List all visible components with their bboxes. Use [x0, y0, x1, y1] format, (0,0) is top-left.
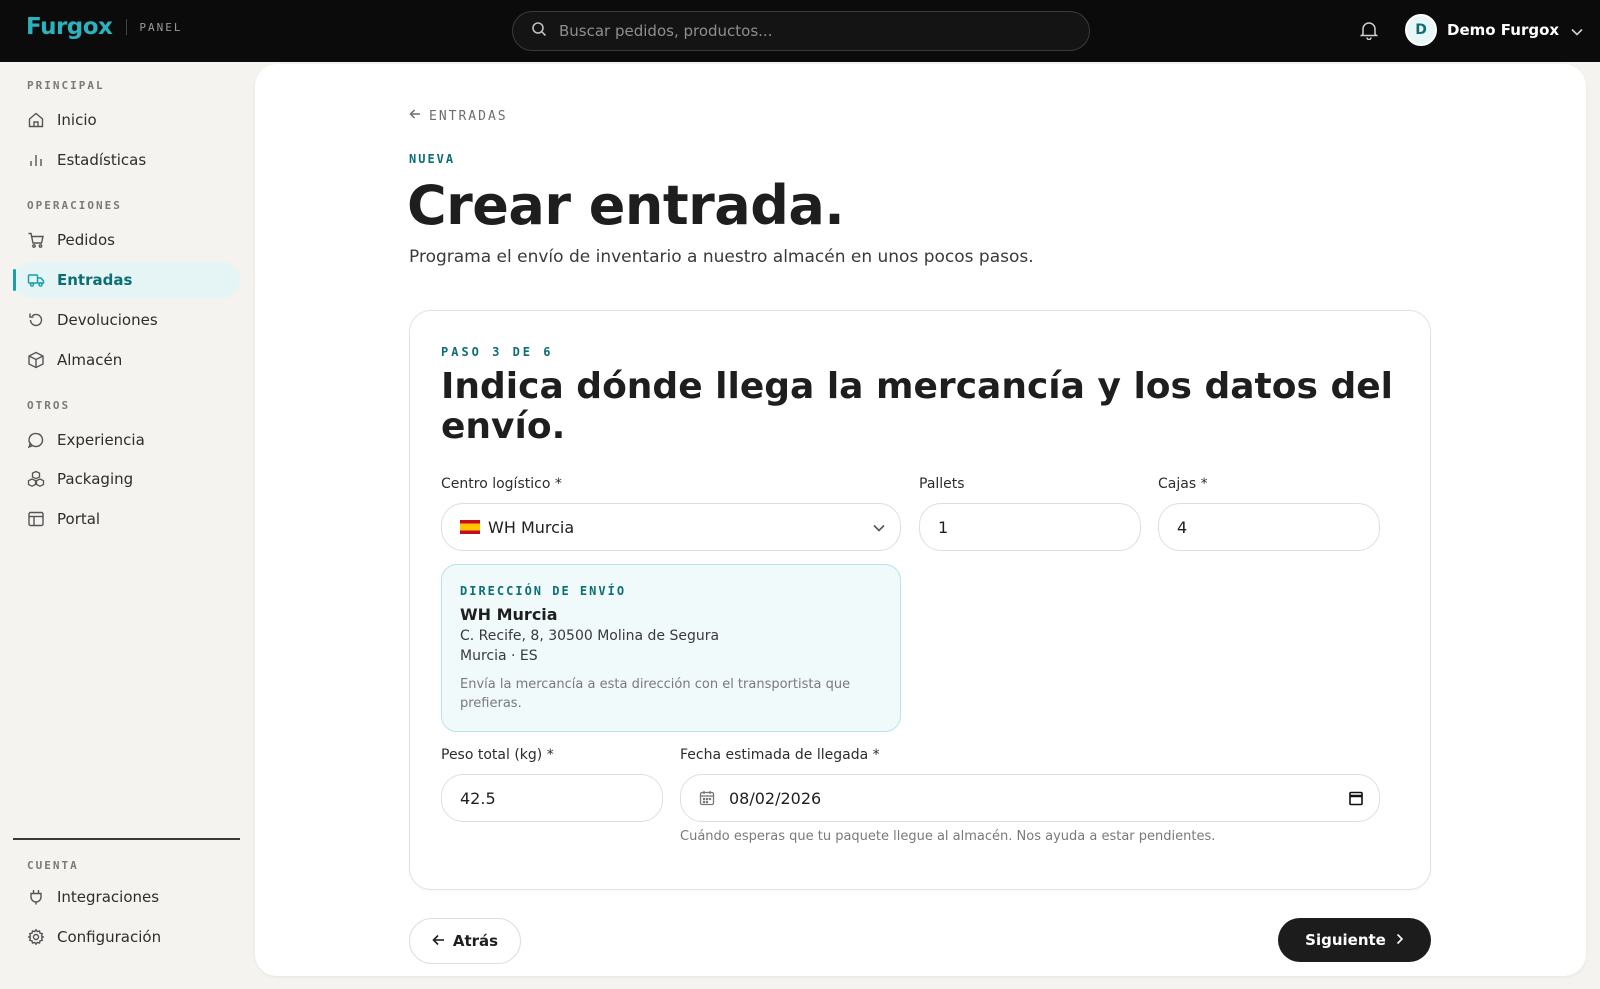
address-line: Murcia · ES	[460, 648, 538, 664]
sidebar-section-operaciones: OPERACIONES	[27, 199, 122, 212]
date-helper-text: Cuándo esperas que tu paquete llegue al …	[680, 829, 1216, 844]
date-picker-icon[interactable]	[1349, 790, 1363, 810]
sidebar-item-almacen[interactable]: Almacén	[14, 342, 240, 378]
sidebar-item-devoluciones[interactable]: Devoluciones	[14, 302, 240, 338]
boxes-value[interactable]: 4	[1177, 518, 1187, 537]
address-line: C. Recife, 8, 30500 Molina de Segura	[460, 628, 720, 644]
address-kicker: DIRECCIÓN DE ENVÍO	[460, 584, 627, 598]
chat-icon	[27, 431, 45, 449]
sidebar-section-otros: OTROS	[27, 399, 71, 412]
truck-icon	[27, 271, 45, 289]
sidebar-item-entradas[interactable]: Entradas	[13, 262, 240, 298]
step-card: PASO 3 DE 6 Indica dónde llega la mercan…	[409, 310, 1431, 890]
sidebar-item-label: Inicio	[57, 111, 97, 129]
search-icon	[531, 21, 547, 41]
sidebar-item-estadisticas[interactable]: Estadísticas	[14, 142, 240, 178]
sidebar-item-label: Packaging	[57, 470, 134, 488]
packages-icon	[27, 470, 45, 488]
sidebar-item-label: Estadísticas	[57, 151, 147, 169]
bar-chart-icon	[27, 151, 45, 169]
arrow-left-icon	[409, 108, 421, 124]
center-label: Centro logístico *	[441, 476, 562, 492]
next-button[interactable]: Siguiente	[1278, 918, 1431, 962]
bell-icon[interactable]	[1359, 20, 1379, 44]
search-input[interactable]	[559, 22, 1039, 40]
gear-icon	[27, 928, 45, 946]
sidebar-item-label: Configuración	[57, 928, 162, 946]
sidebar: PRINCIPAL Inicio Estadísticas OPERACIONE…	[0, 62, 250, 989]
chevron-down-icon[interactable]	[872, 520, 886, 539]
calendar-icon	[699, 790, 715, 806]
sidebar-item-label: Integraciones	[57, 888, 160, 906]
weight-label: Peso total (kg) *	[441, 747, 554, 763]
sidebar-item-label: Portal	[57, 510, 101, 528]
sidebar-item-portal[interactable]: Portal	[14, 501, 240, 537]
pallets-label: Pallets	[919, 476, 965, 492]
boxes-input[interactable]: 4	[1158, 503, 1380, 551]
sidebar-section-cuenta: CUENTA	[27, 859, 79, 872]
sidebar-item-inicio[interactable]: Inicio	[14, 102, 240, 138]
arrow-left-icon	[432, 932, 445, 950]
sidebar-divider	[13, 838, 240, 840]
sidebar-item-label: Devoluciones	[57, 311, 158, 329]
plug-icon	[27, 888, 45, 906]
weight-input[interactable]: 42.5	[441, 774, 663, 822]
pallets-value[interactable]: 1	[938, 518, 948, 537]
sidebar-item-label: Almacén	[57, 351, 123, 369]
step-indicator: PASO 3 DE 6	[441, 345, 554, 359]
next-button-label[interactable]: Siguiente	[1305, 931, 1386, 949]
page-title: Crear entrada.	[407, 174, 845, 237]
arrival-date-input[interactable]: 08/02/2026	[680, 774, 1380, 822]
address-note: Envía la mercancía a esta dirección con …	[460, 677, 851, 711]
sidebar-item-pedidos[interactable]: Pedidos	[14, 222, 240, 258]
back-button-label[interactable]: Atrás	[453, 932, 498, 950]
user-menu[interactable]: D Demo Furgox	[1405, 14, 1583, 46]
breadcrumb-back[interactable]: ENTRADAS	[409, 108, 508, 124]
return-icon	[27, 311, 45, 329]
sidebar-item-integraciones[interactable]: Integraciones	[14, 879, 240, 915]
avatar[interactable]: D	[1405, 14, 1437, 46]
box-icon	[27, 351, 45, 369]
step-title: Indica dónde llega la mercancía y los da…	[441, 366, 1393, 447]
shipping-address-box: DIRECCIÓN DE ENVÍO WH Murcia C. Recife, …	[441, 564, 901, 732]
back-button[interactable]: Atrás	[409, 918, 521, 964]
brand-divider	[126, 19, 128, 35]
brand[interactable]: Furgox PANEL	[26, 14, 183, 40]
cart-icon	[27, 231, 45, 249]
date-label: Fecha estimada de llegada *	[680, 747, 880, 763]
brand-tag: PANEL	[139, 20, 183, 34]
layout-icon	[27, 510, 45, 528]
sidebar-item-label: Experiencia	[57, 431, 145, 449]
date-value[interactable]: 08/02/2026	[729, 789, 821, 808]
sidebar-item-label: Entradas	[57, 271, 133, 289]
weight-value[interactable]: 42.5	[460, 789, 496, 808]
center-select[interactable]: WH Murcia	[441, 503, 901, 551]
sidebar-section-principal: PRINCIPAL	[27, 79, 105, 92]
sidebar-item-configuracion[interactable]: Configuración	[14, 919, 240, 955]
spain-flag-icon	[460, 520, 480, 534]
center-value[interactable]: WH Murcia	[488, 518, 574, 537]
main-content: ENTRADAS NUEVA Crear entrada. Programa e…	[255, 64, 1586, 976]
top-bar: Furgox PANEL D Demo Furgox	[0, 0, 1600, 62]
chevron-right-icon	[1396, 931, 1404, 949]
pallets-input[interactable]: 1	[919, 503, 1141, 551]
address-name: WH Murcia	[460, 605, 558, 624]
boxes-label: Cajas *	[1158, 476, 1208, 492]
home-icon	[27, 111, 45, 129]
chevron-down-icon[interactable]	[1571, 21, 1583, 40]
page-subtitle: Programa el envío de inventario a nuestr…	[409, 247, 1034, 267]
brand-logo[interactable]: Furgox	[26, 14, 113, 40]
sidebar-item-label: Pedidos	[57, 231, 115, 249]
sidebar-item-experiencia[interactable]: Experiencia	[14, 422, 240, 458]
sidebar-item-packaging[interactable]: Packaging	[14, 461, 240, 497]
user-name[interactable]: Demo Furgox	[1447, 21, 1559, 39]
search-bar[interactable]	[512, 11, 1090, 51]
breadcrumb-label[interactable]: ENTRADAS	[429, 109, 508, 124]
page-kicker: NUEVA	[409, 152, 456, 166]
